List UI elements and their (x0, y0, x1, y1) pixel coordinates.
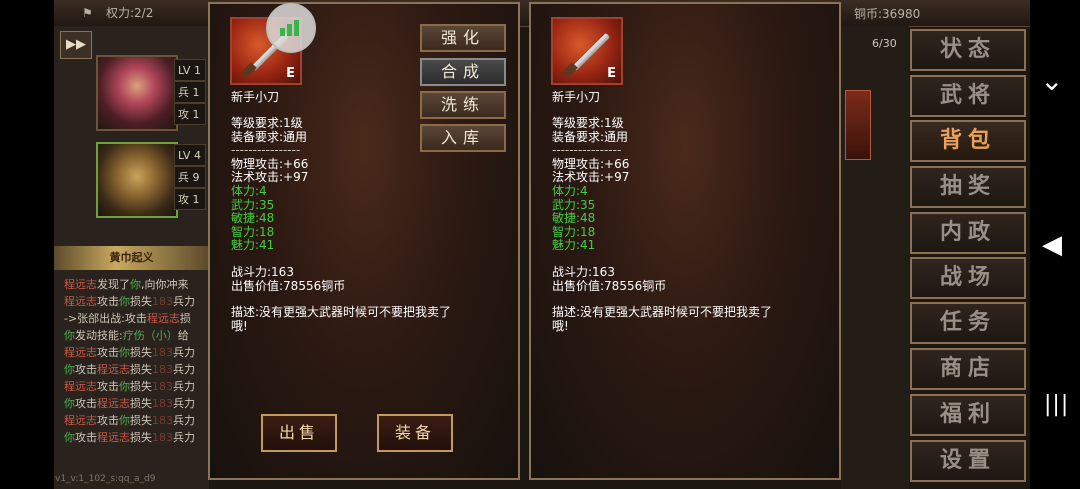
hero-portrait[interactable] (96, 142, 178, 218)
menu-button-3[interactable]: 抽奖 (910, 166, 1026, 208)
log-line: ->张郃出战:攻击程远志损 (64, 312, 191, 325)
version-label: v1_v:1_102_s:qq_a_d9 (55, 474, 156, 484)
menu-button-8[interactable]: 福利 (910, 394, 1026, 436)
equip-button[interactable]: 装备 (377, 414, 453, 452)
log-line: 你攻击程远志损失183兵力 (64, 363, 195, 376)
hero-portrait[interactable] (96, 55, 178, 131)
sell-price: 出售价值:78556铜币 (231, 278, 346, 293)
hero-card-1[interactable]: LV 1 兵 1 攻 1 (96, 55, 206, 131)
stat-stamina: 体力:4 (552, 183, 588, 198)
log-line: 程远志攻击你损失183兵力 (64, 346, 195, 359)
item-grade: E (286, 66, 295, 81)
log-line: 你攻击程远志损失183兵力 (64, 397, 195, 410)
equip-requirement: 装备要求:通用 (552, 129, 629, 144)
system-nav-bar: ⌄ ◀ ||| (1030, 0, 1080, 489)
magic-attack: 法术攻击:+97 (552, 170, 630, 185)
item-grade: E (607, 66, 616, 81)
hero-troops: 兵 1 (174, 81, 206, 103)
item-stats: 等级要求:1级 装备要求:通用 ---------------- 物理攻击:+6… (552, 116, 630, 253)
item-description: 描述:没有更强大武器时候可不要把我卖了 哦! (552, 305, 773, 333)
log-line: 你发动技能:疗伤（小）给 (64, 329, 189, 342)
magic-attack: 法术攻击:+97 (231, 170, 309, 185)
recents-icon[interactable]: ||| (1044, 392, 1069, 417)
signal-icon[interactable] (266, 3, 316, 53)
synthesize-button[interactable]: 合成 (420, 58, 506, 86)
log-line: 程远志发现了你,向你冲来 (64, 278, 189, 291)
item-name: 新手小刀 (231, 90, 280, 104)
menu-button-2[interactable]: 背包 (910, 120, 1026, 162)
hero-attack: 攻 1 (174, 188, 206, 210)
divider: ---------------- (231, 143, 301, 158)
hero-troops: 兵 9 (174, 166, 206, 188)
refine-button[interactable]: 洗练 (420, 91, 506, 119)
log-line: 程远志攻击你损失183兵力 (64, 295, 195, 308)
physical-attack: 物理攻击:+66 (552, 156, 630, 171)
flag-icon: ⚑ (82, 6, 93, 20)
level-requirement: 等级要求:1级 (231, 116, 303, 130)
menu-button-4[interactable]: 内政 (910, 212, 1026, 254)
combat-power: 战斗力:163 (552, 265, 615, 279)
stat-agility: 敏捷:48 (231, 211, 275, 226)
log-line: 程远志攻击你损失183兵力 (64, 380, 195, 393)
hero-level: LV 1 (174, 59, 206, 81)
stat-charm: 魅力:41 (552, 238, 596, 253)
menu-button-0[interactable]: 状态 (910, 29, 1026, 71)
power-counter: 权力:2/2 (106, 6, 154, 20)
inventory-item-slot[interactable] (845, 90, 871, 160)
menu-button-5[interactable]: 战场 (910, 257, 1026, 299)
log-line: 你攻击程远志损失183兵力 (64, 431, 195, 444)
item-stats: 等级要求:1级 装备要求:通用 ---------------- 物理攻击:+6… (231, 116, 309, 253)
store-button[interactable]: 入库 (420, 124, 506, 152)
equip-requirement: 装备要求:通用 (231, 129, 308, 144)
menu-button-1[interactable]: 武将 (910, 75, 1026, 117)
enhance-button[interactable]: 强化 (420, 24, 506, 52)
item-value: 战斗力:163 出售价值:78556铜币 (231, 265, 346, 293)
sell-button[interactable]: 出售 (261, 414, 337, 452)
coin-counter: 铜币:36980 (854, 7, 921, 21)
physical-attack: 物理攻击:+66 (231, 156, 309, 171)
divider: ---------------- (552, 143, 622, 158)
quest-title-banner[interactable]: 黄巾起义 (54, 246, 209, 270)
knife-icon (571, 32, 611, 72)
sell-price: 出售价值:78556铜币 (552, 278, 667, 293)
battle-log: 程远志发现了你,向你冲来 程远志攻击你损失183兵力 ->张郃出战:攻击程远志损 你发… (64, 276, 209, 446)
item-description: 描述:没有更强大武器时候可不要把我卖了 哦! (231, 305, 452, 333)
item-icon[interactable]: E (551, 17, 623, 85)
fast-forward-button[interactable]: ▶▶ (60, 31, 92, 59)
fast-forward-icon: ▶▶ (66, 37, 86, 52)
stat-agility: 敏捷:48 (552, 211, 596, 226)
hero-card-2[interactable]: LV 4 兵 9 攻 1 (96, 142, 206, 218)
stat-stamina: 体力:4 (231, 183, 267, 198)
item-name: 新手小刀 (552, 90, 601, 104)
left-black-bar (0, 0, 54, 489)
menu-button-7[interactable]: 商店 (910, 348, 1026, 390)
hero-level: LV 4 (174, 144, 206, 166)
log-line: 程远志攻击你损失183兵力 (64, 414, 195, 427)
combat-power: 战斗力:163 (231, 265, 294, 279)
item-value: 战斗力:163 出售价值:78556铜币 (552, 265, 667, 293)
inventory-count: 6/30 (872, 37, 897, 50)
hero-attack: 攻 1 (174, 103, 206, 125)
stat-charm: 魅力:41 (231, 238, 275, 253)
chevron-down-icon[interactable]: ⌄ (1040, 64, 1063, 97)
menu-button-6[interactable]: 任务 (910, 302, 1026, 344)
back-icon[interactable]: ◀ (1042, 230, 1062, 260)
level-requirement: 等级要求:1级 (552, 116, 624, 130)
menu-button-9[interactable]: 设置 (910, 440, 1026, 482)
